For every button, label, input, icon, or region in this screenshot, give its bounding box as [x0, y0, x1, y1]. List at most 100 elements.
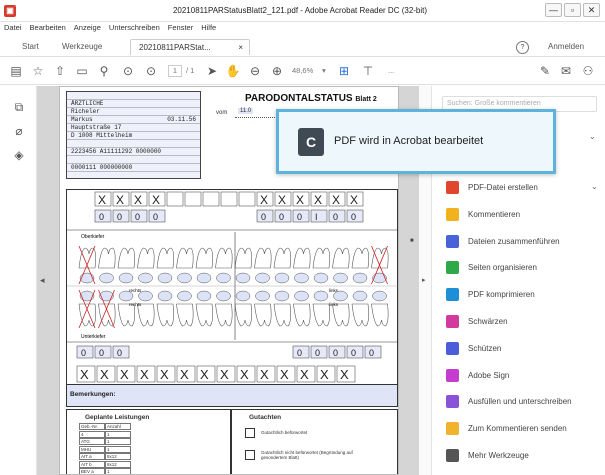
editing-notification-toast: C PDF wird in Acrobat bearbeitet [276, 109, 556, 174]
tab-werkzeuge[interactable]: Werkzeuge [62, 39, 102, 55]
tool-item-create-pdf[interactable]: PDF-Datei erstellen ⌄ [444, 178, 604, 198]
tab-close-icon[interactable]: × [238, 40, 243, 56]
title-bar: ▣ 20210811PARStatusBlatt2_121.pdf - Adob… [0, 0, 605, 22]
x-cell [184, 191, 202, 207]
combine-icon [446, 234, 459, 248]
more-tools-button[interactable]: ... [388, 66, 394, 75]
zoom-level-select[interactable]: 48,6% [292, 66, 313, 75]
tool-item-label: Ausfüllen und unterschreiben [468, 397, 572, 407]
patient-address-box: ÄRZTLICHE Richeler Markus 03.11.56 Haupts… [66, 91, 201, 179]
create-icon[interactable]: ▤ [8, 63, 24, 79]
x-mark: X [160, 367, 169, 382]
zoom-in-icon[interactable]: ⊕ [269, 63, 285, 79]
tab-document[interactable]: 20210811PARStat... × [130, 39, 250, 55]
tool-item-more-tools[interactable]: Mehr Werkzeuge [444, 446, 604, 466]
more-tools-icon [446, 449, 459, 462]
tooth-lower [371, 303, 389, 327]
chevron-down-icon[interactable]: ⌄ [591, 182, 598, 191]
tooth-lower [312, 303, 330, 327]
tooth-upper [234, 247, 252, 269]
tooth-crown-upper [255, 272, 270, 284]
tool-item-label: PDF komprimieren [468, 290, 535, 300]
tool-item-sign[interactable]: Adobe Sign [444, 366, 604, 386]
tooth-lower [332, 303, 350, 327]
tool-item-label: Seiten organisieren [468, 263, 537, 273]
tooth-crown-lower [255, 290, 270, 302]
menu-fenster[interactable]: Fenster [164, 22, 197, 32]
tool-item-send-comment[interactable]: Zum Kommentieren senden [444, 419, 604, 439]
layers-icon[interactable]: ◈ [12, 148, 26, 162]
x-mark: X [314, 193, 322, 207]
label-oberkiefer: Oberkiefer [81, 234, 105, 240]
tool-item-redact[interactable]: Schwärzen [444, 312, 604, 332]
tooth-crown-lower [352, 290, 368, 302]
menu-hilfe[interactable]: Hilfe [197, 22, 220, 32]
tool-item-organize[interactable]: Seiten organisieren [444, 258, 604, 278]
tooth-lower [156, 303, 174, 327]
menu-anzeige[interactable]: Anzeige [70, 22, 105, 32]
tooth-crown-lower [118, 290, 134, 302]
acrobat-logo-icon: ▣ [4, 5, 16, 17]
value-cell: 0 [351, 212, 356, 222]
upload-cloud-icon[interactable]: ⇧ [52, 63, 68, 79]
tool-item-compress[interactable]: PDF komprimieren [444, 285, 604, 305]
tooth-upper [117, 247, 135, 269]
help-icon[interactable]: ? [516, 41, 529, 54]
x-mark: X [278, 193, 286, 207]
comment-tool-icon[interactable]: ⊤ [360, 63, 376, 79]
x-mark: X [220, 367, 229, 382]
x-mark: X [260, 193, 268, 207]
sign-pen-icon[interactable]: ✎ [537, 63, 553, 79]
x-mark: X [140, 367, 149, 382]
zoom-dropdown-icon[interactable]: ▾ [322, 66, 326, 75]
tooth-crown-upper [216, 272, 231, 284]
tool-item-fill-sign[interactable]: Ausfüllen und unterschreiben [444, 392, 604, 412]
zoom-out-icon[interactable]: ⊖ [247, 63, 263, 79]
x-mark: X [240, 367, 249, 382]
minimize-button[interactable]: — [545, 3, 562, 17]
share-user-icon[interactable]: ⚇ [580, 63, 596, 79]
tool-item-protect[interactable]: Schützen [444, 339, 604, 359]
tooth-crown-upper [118, 272, 134, 284]
tooth-lower [215, 303, 233, 327]
bookmark-star-icon[interactable]: ☆ [30, 63, 46, 79]
attachments-icon[interactable]: ⌀ [12, 124, 26, 138]
search-icon[interactable]: ⚲ [96, 63, 112, 79]
select-cursor-icon[interactable]: ➤ [204, 63, 220, 79]
gutachten-checkbox-1[interactable] [245, 428, 255, 438]
menu-datei[interactable]: Datei [0, 22, 26, 32]
tool-item-label: Kommentieren [468, 209, 521, 219]
print-icon[interactable]: ▭ [74, 63, 90, 79]
chevron-down-icon[interactable]: ⌄ [589, 132, 596, 141]
x-mark: X [340, 367, 349, 382]
collapse-left-icon[interactable]: ◂ [40, 275, 45, 286]
menu-unterschreiben[interactable]: Unterschreiben [105, 22, 164, 32]
x-mark: X [116, 193, 124, 207]
tool-item-combine[interactable]: Dateien zusammenführen [444, 232, 604, 252]
tool-item-comment[interactable]: Kommentieren [444, 205, 604, 225]
label-links-lower: links [329, 302, 339, 307]
signin-link[interactable]: Anmelden [548, 39, 584, 55]
x-mark: X [280, 367, 289, 382]
tab-start[interactable]: Start [22, 39, 39, 55]
menu-bearbeiten[interactable]: Bearbeiten [26, 22, 70, 32]
tooth-crown-upper [274, 272, 290, 284]
x-mark: X [80, 367, 89, 382]
page-number-input[interactable]: 1 [168, 65, 182, 77]
close-button[interactable]: ✕ [583, 3, 600, 17]
hand-tool-icon[interactable]: ✋ [225, 63, 241, 79]
page-up-icon[interactable]: ⊙ [120, 63, 136, 79]
maximize-button[interactable]: ▫ [564, 3, 581, 17]
bemerkungen-field[interactable]: Bemerkungen: [66, 385, 398, 407]
mail-icon[interactable]: ✉ [558, 63, 574, 79]
window-title: 20210811PARStatusBlatt2_121.pdf - Adobe … [172, 6, 428, 15]
page-scroll-marker[interactable]: ■ [410, 238, 418, 244]
tooth-crown-lower [138, 290, 153, 302]
page-down-icon[interactable]: ⊙ [143, 63, 159, 79]
page-thumbnails-icon[interactable]: ⧉ [12, 100, 26, 114]
tooth-crown-lower [216, 290, 231, 302]
tooth-upper [137, 247, 155, 269]
gutachten-checkbox-2[interactable] [245, 450, 255, 460]
fit-page-icon[interactable]: ⊞ [336, 63, 352, 79]
value-cell: 0 [135, 212, 140, 222]
